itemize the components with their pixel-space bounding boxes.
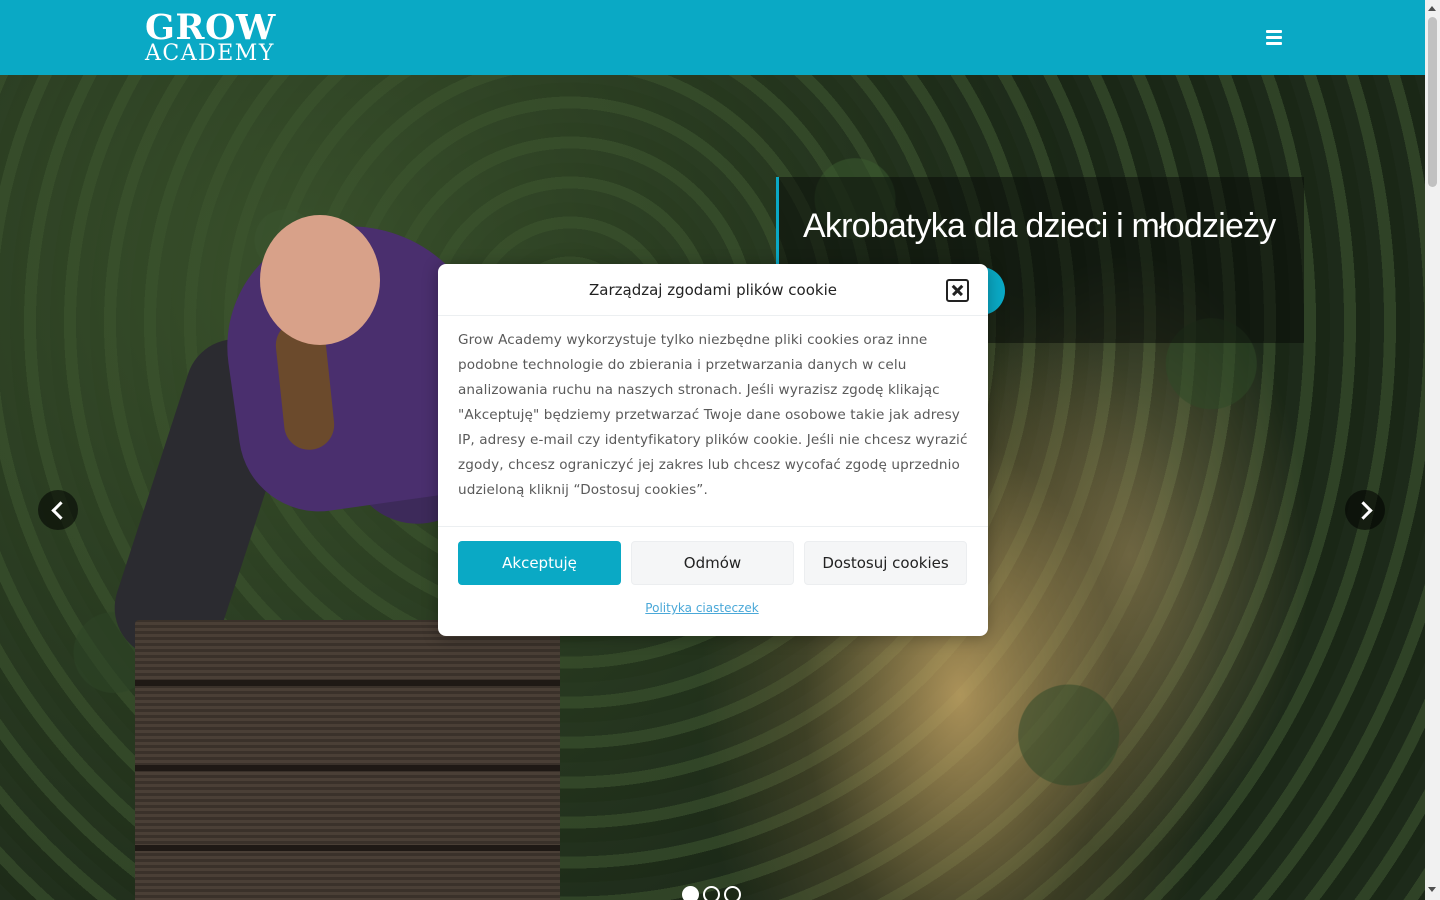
cookie-consent-modal: Zarządzaj zgodami plików cookie Grow Aca… (438, 264, 988, 636)
logo-line-2: ACADEMY (145, 41, 275, 66)
page-scrollbar[interactable] (1425, 0, 1440, 900)
accept-button[interactable]: Akceptuję (458, 541, 621, 585)
customize-cookies-button[interactable]: Dostosuj cookies (804, 541, 967, 585)
hero-photo-head (260, 215, 380, 345)
hamburger-menu-icon[interactable] (1260, 24, 1288, 52)
modal-divider (438, 526, 988, 527)
cookie-message: Grow Academy wykorzystuje tylko niezbędn… (458, 332, 968, 498)
slider-dot-3[interactable] (724, 886, 741, 900)
modal-title: Zarządzaj zgodami plików cookie (589, 281, 837, 299)
scroll-down-arrow-icon[interactable] (1428, 887, 1436, 892)
scroll-up-arrow-icon[interactable] (1428, 6, 1436, 11)
scrollbar-thumb[interactable] (1428, 17, 1437, 187)
cookie-policy-link[interactable]: Polityka ciasteczek (438, 601, 966, 615)
logo-line-1: GROW (145, 7, 276, 48)
slider-dot-1[interactable] (682, 886, 699, 900)
slider-pagination (682, 886, 741, 900)
hero-photo-wooden-box (135, 620, 560, 900)
close-icon[interactable] (946, 279, 969, 302)
chevron-left-icon[interactable] (38, 490, 78, 530)
slider-dot-2[interactable] (703, 886, 720, 900)
deny-button[interactable]: Odmów (631, 541, 794, 585)
chevron-right-icon[interactable] (1345, 490, 1385, 530)
modal-header: Zarządzaj zgodami plików cookie (438, 264, 988, 316)
grow-academy-logo[interactable]: GROW ACADEMY (145, 10, 276, 65)
slide-title: Akrobatyka dla dzieci i młodzieży (803, 207, 1276, 245)
site-header: GROW ACADEMY (0, 0, 1425, 75)
